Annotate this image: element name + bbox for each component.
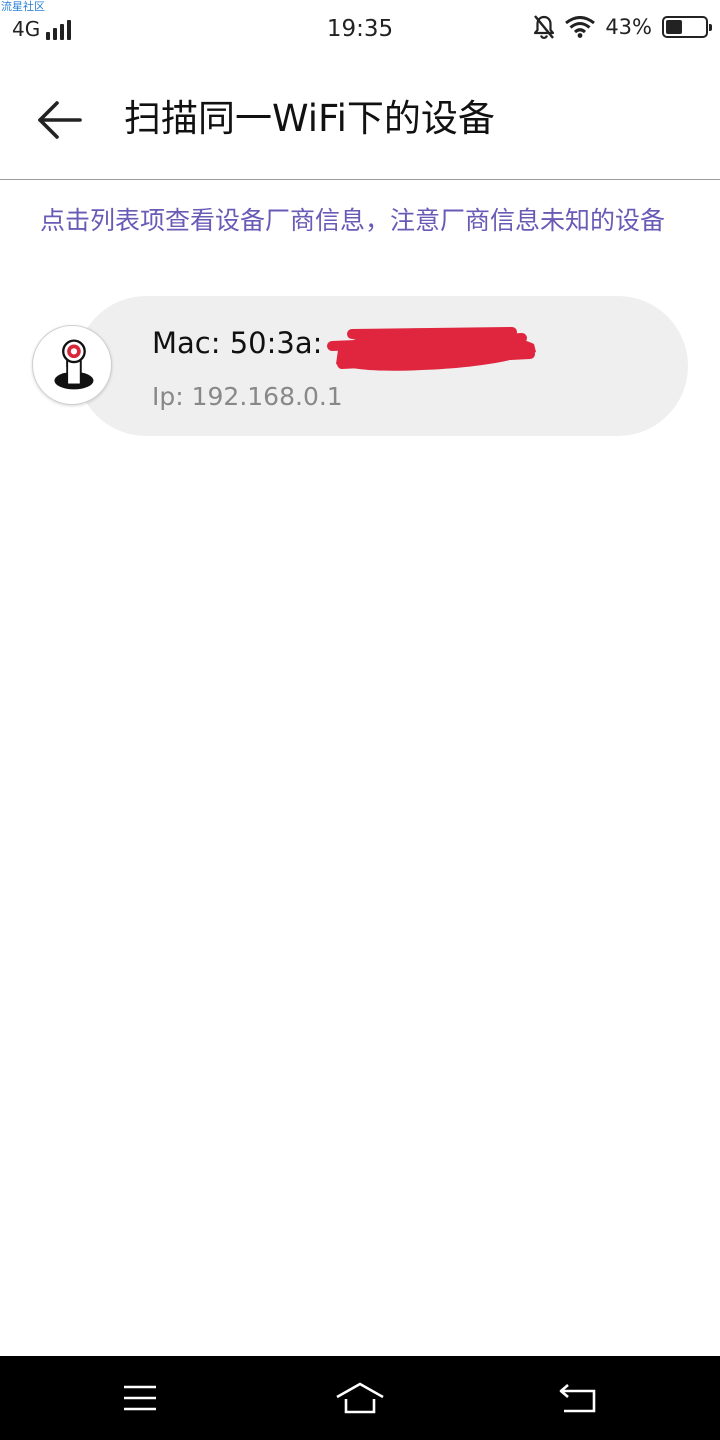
redaction-scribble	[327, 327, 536, 371]
menu-icon	[124, 1385, 156, 1411]
status-icons: 43%	[533, 14, 712, 40]
wifi-icon	[565, 16, 596, 38]
back-return-icon	[559, 1384, 596, 1413]
back-button[interactable]	[28, 90, 92, 150]
camera-device-icon	[54, 339, 94, 390]
battery-level	[666, 20, 682, 34]
device-avatar	[32, 325, 112, 405]
arrow-left-icon	[38, 101, 82, 139]
status-bar: 4G 19:35 43%	[0, 0, 720, 60]
navigation-bar	[0, 1356, 720, 1440]
home-button[interactable]	[330, 1374, 390, 1422]
hint-text: 点击列表项查看设备厂商信息，注意厂商信息未知的设备	[40, 206, 666, 235]
device-mac: Mac: 50:3a:	[152, 326, 323, 360]
system-back-button[interactable]	[548, 1374, 608, 1422]
bell-off-icon	[534, 15, 555, 40]
home-icon	[336, 1382, 384, 1414]
menu-button[interactable]	[110, 1374, 170, 1422]
battery-percent: 43%	[605, 15, 652, 39]
device-ip: Ip: 192.168.0.1	[152, 382, 343, 411]
app-bar: 扫描同一WiFi下的设备	[0, 60, 720, 180]
page-title: 扫描同一WiFi下的设备	[124, 97, 495, 140]
battery-icon	[662, 16, 712, 38]
